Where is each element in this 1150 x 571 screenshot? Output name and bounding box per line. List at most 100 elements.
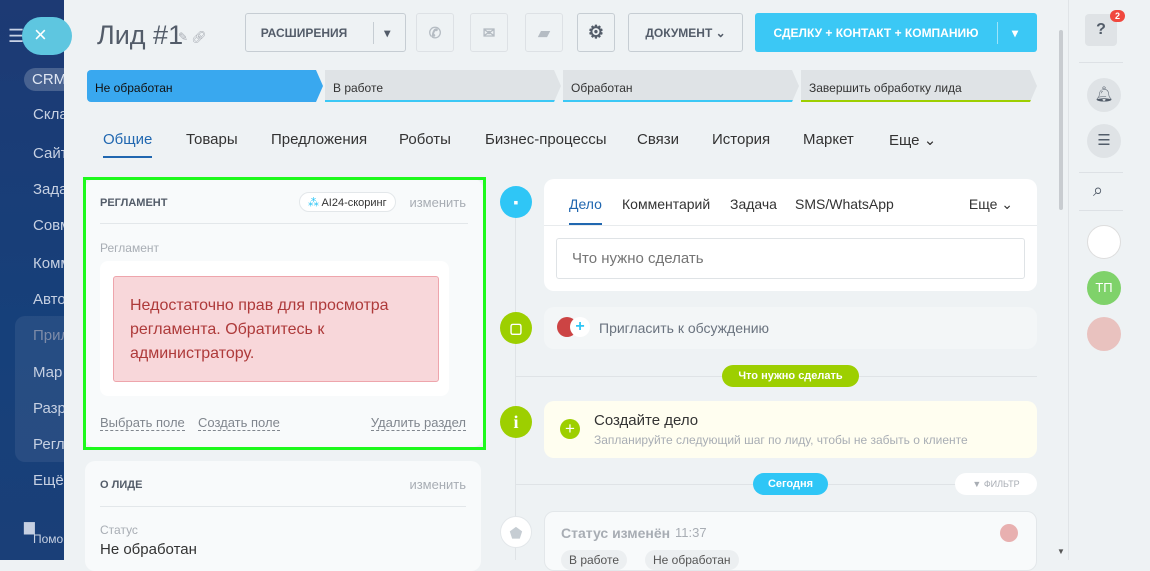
bell-icon[interactable]: 🔔︎ [1087,78,1121,112]
convert-label: СДЕЛКУ + КОНТАКТ + КОМПАНИЮ [773,25,979,40]
tab-offers[interactable]: Предложения [271,131,367,148]
tab-links[interactable]: Связи [637,131,679,148]
extensions-button[interactable]: РАСШИРЕНИЯ ▾ [245,13,406,52]
help-badge: 2 [1110,10,1126,22]
sidebar-item[interactable]: Ещё [33,472,64,489]
sidebar-item[interactable]: Мар [33,364,62,381]
sidebar-item[interactable]: Авто [33,291,64,308]
stage-label: В работе [333,81,384,95]
chevron-down-icon[interactable]: ▾ [997,21,1018,44]
edit-link[interactable]: изменить [409,477,466,492]
tab-market[interactable]: Маркет [803,131,854,148]
section-title: РЕГЛАМЕНТ [100,197,168,209]
scrollbar[interactable]: ▼ [1055,0,1067,560]
filter-icon: ▼ [972,479,982,489]
document-label: ДОКУМЕНТ [645,25,713,40]
chat-button[interactable]: ▰ [525,13,563,52]
phone-button[interactable]: ✆ [416,13,454,52]
close-button[interactable]: × [22,17,72,55]
sidebar-item-crm[interactable]: CRM [24,68,64,91]
user-avatar[interactable] [1087,317,1121,351]
section-title: О ЛИДЕ [100,479,143,491]
mail-button[interactable]: ✉ [470,13,508,52]
printer-icon: ▆ [24,518,35,534]
page-title: Лид #1 [97,20,184,50]
stage-in-progress[interactable]: В работе [325,70,561,102]
chevron-down-icon[interactable]: ▾ [373,21,390,44]
today-pill: Сегодня [753,473,828,495]
sidebar-item[interactable]: Регл [33,436,64,453]
sidebar-item-help[interactable]: Помо [33,532,63,546]
plus-icon[interactable]: + [570,317,590,337]
status-label: Статус [100,523,138,537]
sidebar-item[interactable]: Совм [33,217,64,234]
sidebar-item[interactable]: Комм [33,255,64,272]
tab-comment[interactable]: Комментарий [622,196,710,212]
chat-list-icon[interactable]: ☰ [1087,124,1121,158]
tab-activity[interactable]: Дело [569,196,602,225]
tab-task[interactable]: Задача [730,196,777,212]
todo-pill: Что нужно сделать [722,365,859,387]
from-status: В работе [561,550,628,570]
comment-icon: ▪ [500,186,532,218]
tab-robots[interactable]: Роботы [399,131,451,148]
tab-sms[interactable]: SMS/WhatsApp [795,196,894,212]
share-icon: ⁂ [308,197,319,209]
sidebar-item[interactable]: Разр [33,400,64,417]
user-avatar-initials[interactable]: ТП [1087,271,1121,305]
tab-more-label: Еще [889,132,920,149]
stage-label: Не обработан [95,81,173,95]
convert-button[interactable]: СДЕЛКУ + КОНТАКТ + КОМПАНИЮ ▾ [755,13,1037,52]
extensions-label: РАСШИРЕНИЯ [260,25,348,40]
chat-icon: ▢ [500,312,532,344]
stage-label: Завершить обработку лида [809,81,962,95]
field-label: Регламент [100,241,159,255]
select-field-link[interactable]: Выбрать поле [100,415,185,431]
delete-section-link[interactable]: Удалить раздел [370,415,466,431]
create-title: Создайте дело [594,412,699,429]
search-icon[interactable]: ⌕ [1093,180,1103,201]
sidebar-item[interactable]: Сайт [33,145,64,162]
add-icon[interactable]: + [560,419,580,439]
stage-not-processed[interactable]: Не обработан [87,70,323,102]
company-logo-avatar[interactable] [1087,225,1121,259]
sidebar-item[interactable]: Прил [33,327,64,344]
tab-history[interactable]: История [712,131,770,148]
ai-scoring-badge[interactable]: ⁂ AI24-скоринг [299,192,396,212]
create-activity-card[interactable]: + Создайте дело Запланируйте следующий ш… [544,401,1037,458]
event-title: Статус изменён [561,525,671,541]
tag-icon: ⬟ [500,516,532,548]
left-sidebar: ☰ CRM Скла Сайт Зада Совм Комм Авто Прил… [0,0,64,560]
sidebar-item[interactable]: Зада [33,181,64,198]
more-label: Еще [968,196,998,212]
tab-more[interactable]: Еще ⌄ [889,131,936,149]
reglament-section: РЕГЛАМЕНТ ⁂ AI24-скоринг изменить Реглам… [85,179,483,447]
invite-row[interactable]: + Пригласить к обсуждению [544,307,1037,349]
about-lead-section: О ЛИДЕ изменить Статус Не обработан [85,461,481,571]
event-time: 11:37 [675,525,707,540]
settings-gear-icon[interactable]: ⚙ [577,13,615,52]
status-value: Не обработан [100,541,197,558]
access-denied-alert: Недостаточно прав для просмотра регламен… [113,276,439,382]
tab-general[interactable]: Общие [103,131,153,158]
tab-products[interactable]: Товары [186,131,238,148]
create-subtitle: Запланируйте следующий шаг по лиду, чтоб… [594,433,968,447]
invite-label: Пригласить к обсуждению [599,320,770,336]
stage-processed[interactable]: Обработан [563,70,799,102]
create-field-link[interactable]: Создать поле [198,415,280,431]
sidebar-item[interactable]: Скла [33,106,64,123]
info-icon: i [500,406,532,438]
stage-finish[interactable]: Завершить обработку лида [801,70,1037,102]
todo-input[interactable] [556,238,1025,279]
filter-label: ФИЛЬТР [983,479,1020,489]
tab-more[interactable]: Еще ⌄ [969,196,1013,213]
timeline-line [515,195,516,560]
tab-bizproc[interactable]: Бизнес-процессы [485,131,607,148]
edit-link-icons[interactable]: ✎ 🔗︎ [178,30,207,44]
document-button[interactable]: ДОКУМЕНТ ⌄ [628,13,743,52]
activity-editor: Дело Комментарий Задача SMS/WhatsApp Еще… [544,179,1037,291]
edit-link[interactable]: изменить [409,195,466,210]
filter-button[interactable]: ▼ ФИЛЬТР [955,473,1037,495]
avatar [1000,524,1018,542]
badge-label: AI24-скоринг [321,197,387,209]
